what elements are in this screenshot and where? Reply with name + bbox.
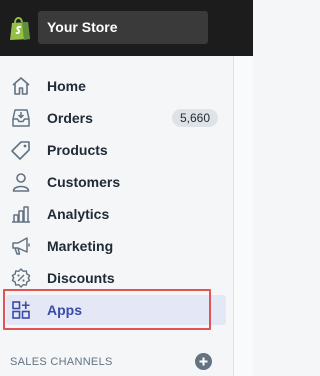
sidebar-item-analytics[interactable]: Analytics (6, 199, 226, 229)
tag-icon (10, 139, 32, 161)
sidebar-item-marketing[interactable]: Marketing (6, 231, 226, 261)
sidebar-item-label: Apps (47, 302, 82, 318)
megaphone-icon (10, 235, 32, 257)
sidebar-item-label: Discounts (47, 270, 115, 286)
sidebar-item-label: Marketing (47, 238, 114, 254)
sales-channels-heading: SALES CHANNELS (10, 356, 113, 368)
sidebar-item-label: Customers (47, 174, 121, 190)
sidebar-item-apps[interactable]: Apps (6, 295, 226, 325)
sidebar-item-customers[interactable]: Customers (6, 167, 226, 197)
sidebar-item-label: Products (47, 142, 108, 158)
orders-icon (10, 107, 32, 129)
sidebar-item-label: Analytics (47, 206, 110, 222)
sidebar-item-label: Home (47, 78, 86, 94)
sidebar-item-orders[interactable]: Orders 5,660 (6, 103, 226, 133)
orders-count-badge: 5,660 (171, 109, 218, 127)
bar-chart-icon (10, 203, 32, 225)
sidebar-item-products[interactable]: Products (6, 135, 226, 165)
shopify-bag-icon[interactable] (6, 14, 34, 42)
apps-icon (10, 299, 32, 321)
home-icon (10, 75, 32, 97)
discount-icon (10, 267, 32, 289)
main-content-edge (233, 56, 253, 376)
person-icon (10, 171, 32, 193)
plus-circle-icon[interactable] (195, 353, 212, 370)
top-bar: Your Store (0, 0, 253, 56)
sidebar-item-label: Orders (47, 110, 93, 126)
sidebar-item-home[interactable]: Home (6, 71, 226, 101)
sidebar-item-discounts[interactable]: Discounts (6, 263, 226, 293)
store-switcher[interactable]: Your Store (38, 11, 208, 44)
store-name: Your Store (47, 19, 118, 35)
